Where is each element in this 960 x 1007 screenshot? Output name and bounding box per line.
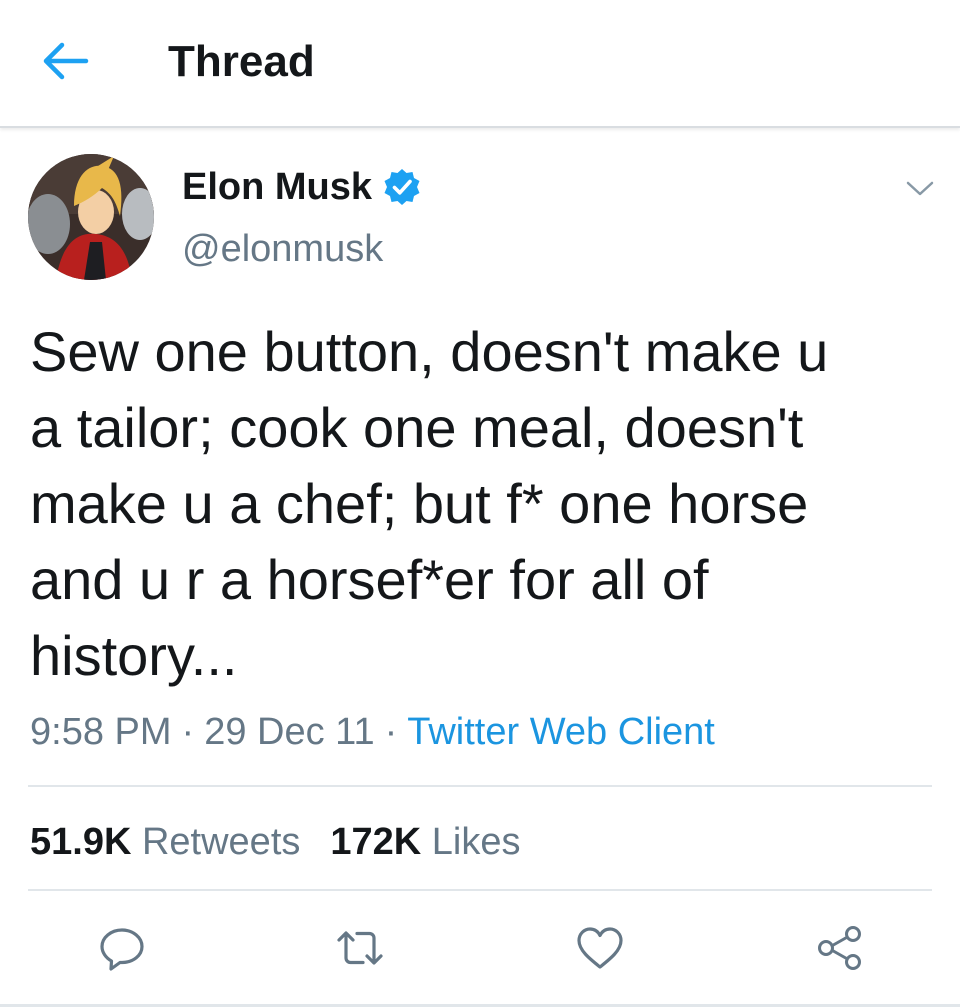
retweet-icon (337, 931, 383, 965)
meta-separator: · (181, 711, 195, 753)
likes-stat[interactable]: 172K Likes (330, 821, 520, 863)
like-button[interactable] (574, 922, 626, 974)
retweet-button[interactable] (334, 922, 386, 974)
retweets-count: 51.9K (30, 821, 132, 863)
tweet-text: Sew one button, doesn't make u a tailor;… (30, 320, 829, 687)
retweets-label: Retweets (141, 821, 301, 863)
reply-button[interactable] (96, 922, 148, 974)
tweet-meta: 9:58 PM · 29 Dec 11 · Twitter Web Client (30, 708, 715, 756)
chevron-down-icon (906, 181, 934, 196)
share-icon (818, 926, 861, 970)
app-header: Thread (0, 0, 960, 128)
reply-icon (100, 928, 144, 971)
client-link[interactable]: Twitter Web Client (407, 711, 715, 753)
share-button[interactable] (814, 922, 866, 974)
retweets-stat[interactable]: 51.9K Retweets (30, 821, 300, 863)
tweet-time: 9:58 PM (30, 711, 172, 753)
page-title: Thread (168, 37, 315, 86)
likes-count: 172K (330, 821, 422, 863)
divider (28, 785, 932, 787)
like-icon (577, 927, 623, 969)
meta-separator: · (384, 711, 398, 753)
verified-badge-icon (384, 169, 420, 205)
arrow-left-icon (43, 42, 89, 80)
tweet-date: 29 Dec 11 (204, 711, 375, 753)
back-button[interactable] (40, 38, 90, 84)
author-handle[interactable]: @elonmusk (182, 226, 383, 272)
tweet-stats: 51.9K Retweets 172K Likes (30, 818, 521, 866)
author-name: Elon Musk (182, 166, 373, 208)
avatar[interactable] (28, 154, 154, 280)
author-name-row[interactable]: Elon Musk (182, 164, 422, 210)
more-options-button[interactable] (902, 174, 938, 202)
avatar-image (28, 154, 154, 280)
divider (28, 889, 932, 891)
likes-label: Likes (431, 821, 521, 863)
